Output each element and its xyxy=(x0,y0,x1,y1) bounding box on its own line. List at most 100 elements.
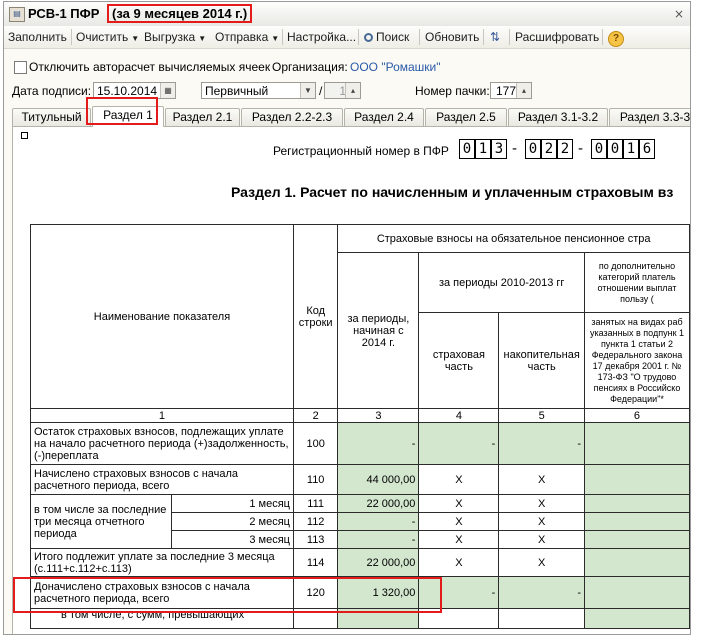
cell-value[interactable]: 44 000,00 xyxy=(337,464,420,495)
tab-section-3-3[interactable]: Раздел 3.3-3.4 xyxy=(609,108,690,126)
reg-digit[interactable]: 0 xyxy=(607,139,623,159)
sign-date-value: 15.10.2014 xyxy=(97,84,158,98)
settings-button[interactable]: Настройка... xyxy=(287,29,356,45)
close-icon[interactable]: × xyxy=(672,7,686,21)
correction-number-field[interactable]: 1 ▴ xyxy=(324,82,361,99)
header-funded-part: накопительная часть xyxy=(498,312,585,409)
window-title: РСВ-1 ПФР (за 9 месяцев 2014 г.) xyxy=(28,4,253,23)
reg-digit[interactable]: 1 xyxy=(623,139,639,159)
reg-digit[interactable]: 0 xyxy=(459,139,475,159)
help-button[interactable]: ? xyxy=(608,29,624,47)
refresh-button[interactable]: Обновить xyxy=(425,29,479,45)
export-button[interactable]: Выгрузка ▼ xyxy=(144,29,206,45)
sort-icon[interactable]: ⇅ xyxy=(490,29,500,45)
row-code: 111 xyxy=(292,494,339,513)
row-sub-label: 2 месяц xyxy=(171,512,294,531)
tab-title[interactable]: Титульный xyxy=(12,108,91,126)
clear-label: Очистить xyxy=(76,30,129,44)
cell-value: X xyxy=(418,494,500,513)
section-1-table: Наименование показателя Код строки Страх… xyxy=(29,224,690,629)
org-link[interactable]: ООО "Ромашки" xyxy=(350,60,441,74)
header-2010-2013: за периоды 2010-2013 гг xyxy=(418,252,585,313)
col-number: 5 xyxy=(498,408,585,423)
row-120-highlight xyxy=(13,577,442,613)
table-row: Остаток страховых взносов, подлежащих уп… xyxy=(30,422,690,465)
row-name: Остаток страховых взносов, подлежащих уп… xyxy=(30,422,294,465)
cell-value[interactable] xyxy=(583,576,690,609)
cell-value[interactable]: - xyxy=(337,530,420,549)
reg-digit[interactable]: 3 xyxy=(491,139,507,159)
cell-value: X xyxy=(498,548,585,577)
chevron-down-icon[interactable]: ▼ xyxy=(300,83,315,98)
fill-button[interactable]: Заполнить xyxy=(8,29,67,45)
cell-value[interactable]: 22 000,00 xyxy=(337,548,420,577)
reg-dash: - xyxy=(578,141,584,157)
chevron-down-icon: ▼ xyxy=(131,34,140,43)
auto-calc-checkbox[interactable] xyxy=(14,61,27,74)
cell-value[interactable] xyxy=(583,422,690,465)
search-button[interactable]: Поиск xyxy=(364,29,409,45)
tab-section-2-4[interactable]: Раздел 2.4 xyxy=(344,108,424,126)
toolbar-separator xyxy=(282,29,283,45)
cell-value[interactable]: - xyxy=(418,422,500,465)
form-sheet: Регистрационный номер в ПФР 0 1 3 - 0 2 … xyxy=(12,126,690,634)
options-row: Отключить авторасчет вычисляемых ячеек О… xyxy=(4,58,690,78)
toolbar-separator xyxy=(71,29,72,45)
sign-date-label: Дата подписи: xyxy=(12,84,92,98)
decode-button[interactable]: Расшифровать xyxy=(515,29,599,45)
cell-value: X xyxy=(498,464,585,495)
search-icon xyxy=(364,33,373,42)
stepper-icon[interactable]: ▴ xyxy=(345,83,360,98)
cell-value[interactable] xyxy=(583,494,690,513)
calendar-icon[interactable]: ▦ xyxy=(160,83,175,98)
cell-value[interactable] xyxy=(583,512,690,531)
reg-digit[interactable]: 0 xyxy=(525,139,541,159)
toolbar-separator xyxy=(483,29,484,45)
title-main: РСВ-1 ПФР xyxy=(28,6,100,21)
send-label: Отправка xyxy=(215,30,269,44)
header-insurance-part: страховая часть xyxy=(418,312,500,409)
tab-section-2-5[interactable]: Раздел 2.5 xyxy=(425,108,507,126)
cell-value[interactable]: - xyxy=(498,422,585,465)
cell-value: X xyxy=(418,548,500,577)
header-occupied: занятых на видах раб указанных в подпунк… xyxy=(583,312,690,409)
col-number: 3 xyxy=(337,408,420,423)
reg-digit[interactable]: 2 xyxy=(557,139,573,159)
search-label: Поиск xyxy=(376,30,410,44)
row-code: 100 xyxy=(292,422,339,465)
tab-section-3-1[interactable]: Раздел 3.1-3.2 xyxy=(508,108,608,126)
pack-number-field[interactable]: 177 ▴ xyxy=(490,82,532,99)
reg-digit[interactable]: 2 xyxy=(541,139,557,159)
table-row: Начислено страховых взносов с начала рас… xyxy=(30,464,690,495)
help-icon: ? xyxy=(608,31,624,47)
reg-digit[interactable]: 0 xyxy=(591,139,607,159)
cell-value: X xyxy=(498,530,585,549)
row-name: Итого подлежит уплате за последние 3 мес… xyxy=(30,548,294,577)
cell-value[interactable]: - xyxy=(337,422,420,465)
report-type-select[interactable]: Первичный ▼ xyxy=(201,82,316,99)
row-sub-label: 3 месяц xyxy=(171,530,294,549)
cell-value[interactable] xyxy=(583,464,690,495)
chevron-down-icon: ▼ xyxy=(271,34,280,43)
header-name: Наименование показателя xyxy=(30,224,294,409)
table-row: в том числе за последние три месяца отче… xyxy=(29,494,690,549)
app-icon: ▤ xyxy=(9,7,25,22)
send-button[interactable]: Отправка ▼ xyxy=(215,29,279,45)
tab-section-2-2[interactable]: Раздел 2.2-2.3 xyxy=(241,108,343,126)
cell-value[interactable] xyxy=(583,548,690,577)
reg-digit[interactable]: 6 xyxy=(639,139,655,159)
cell-value[interactable] xyxy=(583,608,690,629)
reg-digit[interactable]: 1 xyxy=(475,139,491,159)
toolbar: Заполнить Очистить ▼ Выгрузка ▼ Отправка ▼ … xyxy=(4,26,690,49)
clear-button[interactable]: Очистить ▼ xyxy=(76,29,139,45)
col-number: 6 xyxy=(583,408,690,423)
tab-section-2-1[interactable]: Раздел 2.1 xyxy=(165,108,240,126)
row-name: Начислено страховых взносов с начала рас… xyxy=(30,464,294,495)
cell-value[interactable]: 22 000,00 xyxy=(337,494,420,513)
stepper-icon[interactable]: ▴ xyxy=(516,83,531,98)
row-code: 112 xyxy=(292,512,339,531)
cell-value[interactable]: - xyxy=(498,576,585,609)
cell-value[interactable] xyxy=(583,530,690,549)
active-tab-highlight xyxy=(86,97,158,125)
cell-value[interactable]: - xyxy=(337,512,420,531)
